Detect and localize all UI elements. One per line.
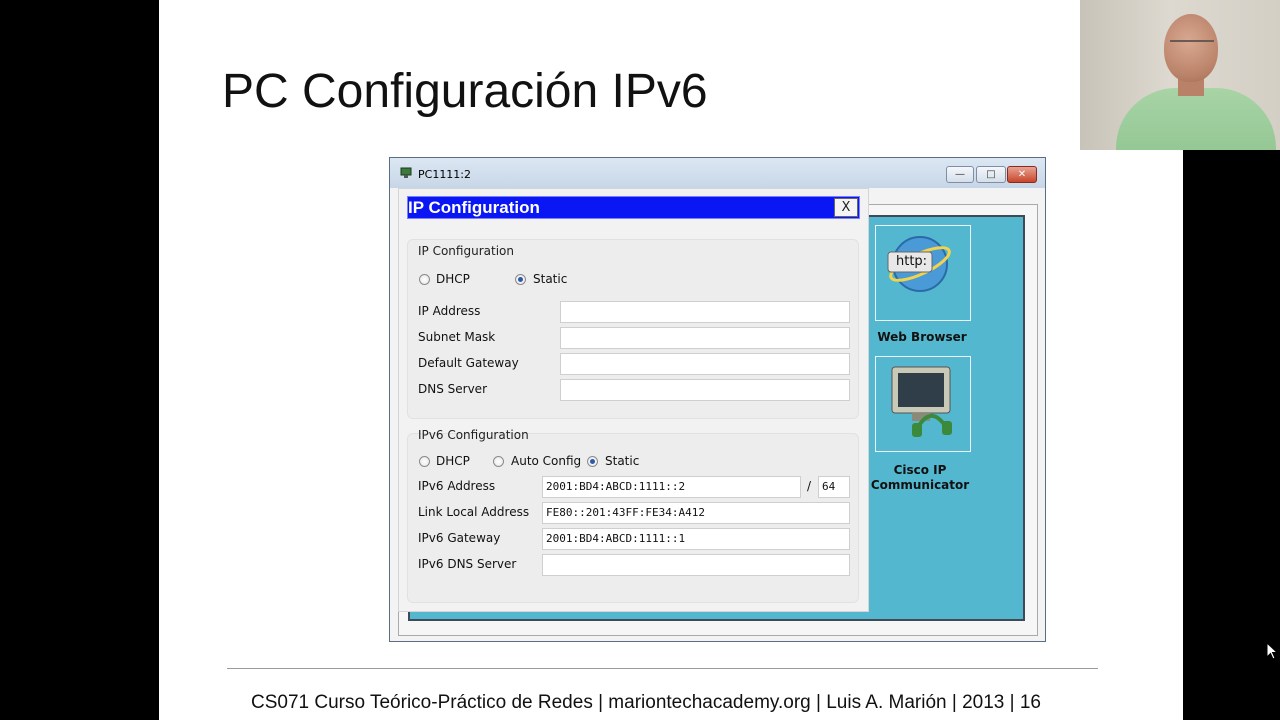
ipv6-address-field[interactable]: 2001:BD4:ABCD:1111::2 <box>542 476 801 498</box>
ipv6-prefix-field[interactable]: 64 <box>818 476 850 498</box>
maximize-button[interactable]: □ <box>976 166 1006 183</box>
default-gateway-label: Default Gateway <box>418 356 519 370</box>
minimize-icon: — <box>955 169 965 180</box>
ipv6-dhcp-radio[interactable] <box>419 456 430 467</box>
ipv6-auto-config-label: Auto Config <box>511 454 582 468</box>
cisco-ip-communicator-icon <box>891 366 952 437</box>
ipv6-dns-server-field[interactable] <box>542 554 850 576</box>
ip-configuration-header-title: IP Configuration <box>408 198 540 217</box>
ipv6-group-title: IPv6 Configuration <box>418 428 529 442</box>
ipv4-static-radio[interactable] <box>515 274 526 285</box>
mouse-pointer-icon <box>1266 642 1278 660</box>
ip-configuration-close-button[interactable]: X <box>834 198 858 217</box>
ipv6-auto-config-radio[interactable] <box>493 456 504 467</box>
presenter-head <box>1164 14 1218 82</box>
slide: PC Configuración IPv6 PC1111:2 — □ ✕ htt… <box>159 0 1183 720</box>
minimize-button[interactable]: — <box>946 166 974 183</box>
ipv6-gateway-field[interactable]: 2001:BD4:ABCD:1111::1 <box>542 528 850 550</box>
ipv4-group-title: IP Configuration <box>418 244 514 258</box>
window-titlebar[interactable]: PC1111:2 — □ ✕ <box>390 158 1045 188</box>
close-icon: ✕ <box>1017 169 1027 180</box>
ipv6-prefix-separator: / <box>807 479 812 493</box>
ip-address-label: IP Address <box>418 304 481 318</box>
link-local-address-label: Link Local Address <box>418 505 530 519</box>
pc-app-icon <box>400 167 412 178</box>
cisco-ip-communicator-label-line1: Cisco IP <box>893 463 947 477</box>
subnet-mask-field[interactable] <box>560 327 850 349</box>
presenter-glasses <box>1170 40 1214 48</box>
maximize-icon: □ <box>986 169 996 180</box>
ipv6-dhcp-label: DHCP <box>436 454 470 468</box>
web-browser-label: Web Browser <box>877 330 967 344</box>
ipv6-static-label: Static <box>605 454 640 468</box>
ipv4-dhcp-label: DHCP <box>436 272 470 286</box>
ipv6-static-radio[interactable] <box>587 456 598 467</box>
close-button[interactable]: ✕ <box>1007 166 1037 183</box>
ipv4-static-label: Static <box>533 272 568 286</box>
ipv6-dns-server-label: IPv6 DNS Server <box>418 557 517 571</box>
default-gateway-field[interactable] <box>560 353 850 375</box>
ip-configuration-header: IP Configuration X <box>407 196 860 219</box>
ip-configuration-dialog: IP Configuration X IP Configuration DHCP… <box>398 188 869 612</box>
ipv6-configuration-group: IPv6 Configuration DHCP Auto Config Stat… <box>407 428 859 603</box>
ipv4-dhcp-radio[interactable] <box>419 274 430 285</box>
ip-address-field[interactable] <box>560 301 850 323</box>
cisco-ip-communicator-app[interactable] <box>875 356 971 452</box>
subnet-mask-label: Subnet Mask <box>418 330 496 344</box>
slide-title: PC Configuración IPv6 <box>222 65 708 118</box>
window-title: PC1111:2 <box>418 168 472 181</box>
footer-divider <box>227 668 1098 669</box>
ipv6-address-label: IPv6 Address <box>418 479 496 493</box>
web-browser-badge: http: <box>896 254 928 269</box>
ipv4-configuration-group: IP Configuration DHCP Static IP Address … <box>407 239 859 419</box>
dns-server-label: DNS Server <box>418 382 487 396</box>
ipv6-gateway-label: IPv6 Gateway <box>418 531 501 545</box>
link-local-address-field[interactable]: FE80::201:43FF:FE34:A412 <box>542 502 850 524</box>
presenter-webcam <box>1080 0 1280 150</box>
cisco-ip-communicator-label: Cisco IP Communicator <box>865 463 975 493</box>
cisco-ip-communicator-label-line2: Communicator <box>870 478 970 492</box>
dns-server-field[interactable] <box>560 379 850 401</box>
web-browser-icon <box>887 236 951 292</box>
slide-footer: CS071 Curso Teórico-Práctico de Redes | … <box>251 692 1041 713</box>
web-browser-app[interactable]: http: <box>875 225 971 321</box>
